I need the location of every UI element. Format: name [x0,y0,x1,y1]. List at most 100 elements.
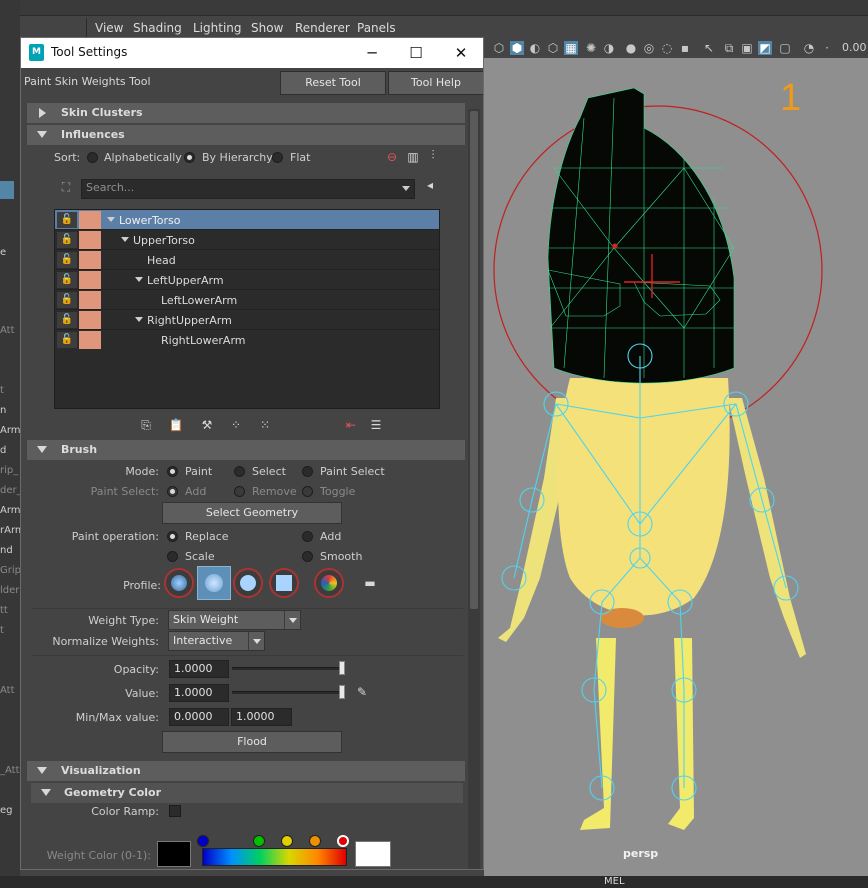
folder-icon[interactable]: ▬ [361,574,379,592]
section-geometry-color[interactable]: Geometry Color [31,783,463,803]
expand-arrow-icon[interactable] [135,277,143,282]
grid-icon[interactable]: ▢ [778,41,792,55]
vertical-scrollbar[interactable] [468,109,480,869]
op-add-radio[interactable] [302,531,313,542]
expand-arrow-icon[interactable] [135,317,143,322]
ramp-key-selected[interactable] [337,835,349,847]
influence-row-rightupperarm[interactable]: 🔓 RightUpperArm [55,310,439,330]
mode-paint-label[interactable]: Paint [185,465,212,478]
sort-flat-radio[interactable] [272,152,283,163]
antialias-icon[interactable]: ◌ [660,41,674,55]
influence-color-swatch[interactable] [79,271,101,289]
op-replace-radio[interactable] [167,531,178,542]
menu-show[interactable]: Show [251,21,283,35]
paste-weights-icon[interactable]: 📋 [167,416,185,434]
influence-color-swatch[interactable] [79,331,101,349]
outliner-item[interactable]: t [0,385,4,396]
max-color-swatch[interactable] [355,841,391,867]
lock-icon[interactable]: 🔓 [57,332,77,348]
section-visualization[interactable]: Visualization [27,761,465,781]
influence-search-input[interactable]: Search... [81,179,415,199]
sort-hierarchy-radio[interactable] [184,152,195,163]
outliner-item[interactable]: n [0,405,6,416]
outliner-item[interactable]: Arm [0,505,21,516]
outliner-selected-row[interactable] [0,181,14,199]
lock-icon[interactable]: 🔓 [57,212,77,228]
isolate-icon[interactable]: ▪ [678,41,692,55]
outliner-item[interactable]: e [0,247,6,258]
menu-shading[interactable]: Shading [133,21,182,35]
ramp-key[interactable] [309,835,321,847]
reset-tool-button[interactable]: Reset Tool [280,71,386,95]
lock-icon[interactable]: 🔓 [57,272,77,288]
ps-add-radio[interactable] [167,486,178,497]
influence-row-lowertorso[interactable]: 🔓 LowerTorso [55,210,439,230]
outliner-item[interactable]: der_ [0,485,22,496]
hierarchy-view-icon[interactable]: ▥ [404,148,422,166]
mode-paint-select-radio[interactable] [302,466,313,477]
scrollbar-thumb[interactable] [470,111,478,609]
character-model[interactable]: 1 [484,58,868,876]
pin-icon[interactable]: ◂ [421,176,439,194]
flood-button[interactable]: Flood [162,731,342,753]
normalize-weights-dropdown[interactable]: Interactive [168,631,265,651]
smooth-shade-icon[interactable]: ⬢ [510,41,524,55]
value-field[interactable]: 1.0000 [169,684,229,702]
window-title-bar[interactable]: M Tool Settings ─ ☐ ✕ [21,38,483,68]
weight-type-dropdown[interactable]: Skin Weight [168,610,301,630]
section-skin-clusters[interactable]: Skin Clusters [27,103,465,123]
section-influences[interactable]: Influences [27,125,465,145]
outliner-item[interactable]: tt [0,605,8,616]
motion-blur-icon[interactable]: ◎ [642,41,656,55]
ramp-key[interactable] [281,835,293,847]
profile-solid-icon[interactable] [233,568,263,598]
mel-label[interactable]: MEL [604,876,625,887]
close-button[interactable]: ✕ [450,42,472,64]
max-value-field[interactable]: 1.0000 [231,708,292,726]
collapse-list-icon[interactable]: ⇤ [342,416,360,434]
outliner-item[interactable]: _Att [0,765,20,776]
outliner-item[interactable]: Att [0,685,15,696]
opacity-slider[interactable] [232,667,342,670]
op-smooth-radio[interactable] [302,551,313,562]
minimize-button[interactable]: ─ [361,42,383,64]
opacity-slider-handle[interactable] [339,661,345,675]
lock-icon[interactable]: 🔓 [57,232,77,248]
outliner-item[interactable]: Att [0,325,15,336]
xray-icon[interactable]: ⧉ [722,41,736,55]
outliner-item[interactable]: eg [0,805,13,816]
influence-color-swatch[interactable] [79,251,101,269]
profile-square-icon[interactable] [269,568,299,598]
sort-alpha-label[interactable]: Alphabetically [104,151,182,164]
op-replace-label[interactable]: Replace [185,530,229,543]
op-smooth-label[interactable]: Smooth [320,550,362,563]
ps-remove-radio[interactable] [234,486,245,497]
expand-list-icon[interactable]: ☰ [367,416,385,434]
opacity-field[interactable]: 1.0000 [169,660,229,678]
xray-joints-icon[interactable]: ▣ [740,41,754,55]
outliner-item[interactable]: Arm [0,425,21,436]
textured-icon[interactable]: ⬡ [546,41,560,55]
ps-toggle-radio[interactable] [302,486,313,497]
3d-viewport[interactable]: 1 [484,58,868,876]
menu-lighting[interactable]: Lighting [193,21,242,35]
exposure-value[interactable]: 0.00 [842,41,867,54]
show-influences-icon[interactable]: ⁙ [256,416,274,434]
value-slider-handle[interactable] [339,685,345,699]
profile-image-icon[interactable] [314,568,344,598]
outliner-item[interactable]: lder [0,585,19,596]
mode-select-label[interactable]: Select [252,465,286,478]
mode-select-radio[interactable] [234,466,245,477]
min-color-swatch[interactable] [157,841,191,867]
mode-paint-radio[interactable] [167,466,178,477]
prune-icon[interactable]: ⊖ [383,148,401,166]
ramp-key[interactable] [197,835,209,847]
min-value-field[interactable]: 0.0000 [169,708,229,726]
profile-soft-icon[interactable] [197,566,231,600]
influence-row-head[interactable]: 🔓 Head [55,250,439,270]
color-ramp-checkbox[interactable] [169,805,181,817]
shadows-icon[interactable]: ◑ [602,41,616,55]
sort-alpha-radio[interactable] [87,152,98,163]
sort-flat-label[interactable]: Flat [290,151,310,164]
influence-color-swatch[interactable] [79,291,101,309]
